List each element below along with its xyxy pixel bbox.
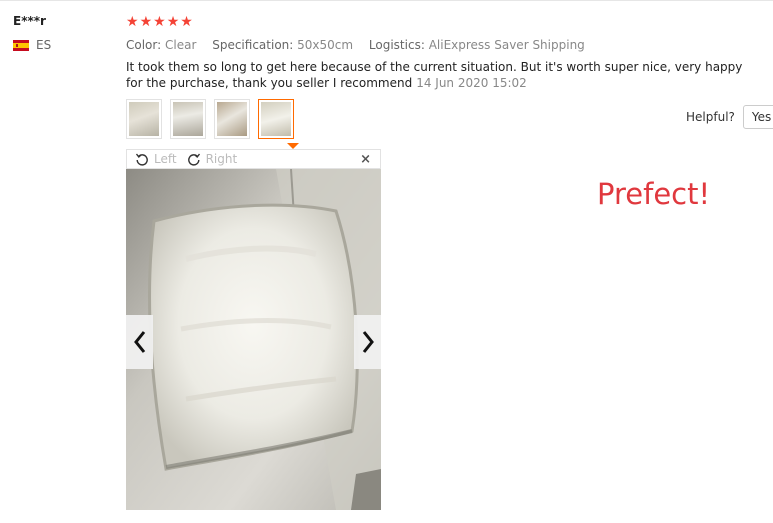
thumbnail-image	[261, 102, 291, 136]
photo-thumbnail-3[interactable]	[214, 99, 250, 139]
property-color: Color: Clear	[126, 38, 197, 52]
order-properties: Color: Clear Specification: 50x50cm Logi…	[126, 38, 597, 52]
property-logistics: Logistics: AliExpress Saver Shipping	[368, 38, 585, 52]
star-icon: ★	[126, 14, 139, 30]
star-icon: ★	[139, 14, 153, 30]
photo-thumbnail-2[interactable]	[170, 99, 206, 139]
thumbnail-image	[129, 102, 159, 136]
photo-thumbnail-1[interactable]	[126, 99, 162, 139]
property-specification: Specification: 50x50cm	[212, 38, 354, 52]
reviewer-country: ES	[13, 38, 51, 52]
rotate-right-label: Right	[205, 152, 238, 166]
rotate-left-button[interactable]: Left	[135, 152, 177, 166]
next-photo-button[interactable]	[354, 315, 381, 369]
viewer-toolbar: Left Right ×	[126, 149, 381, 169]
prefect-annotation: Prefect!	[597, 177, 711, 211]
fur-pillow-photo	[126, 169, 381, 510]
country-code: ES	[36, 38, 52, 52]
star-icon: ★	[166, 14, 180, 30]
rotate-left-icon	[135, 153, 148, 166]
helpful-yes-button[interactable]: Yes (	[742, 105, 773, 129]
review-photo	[126, 169, 381, 510]
close-viewer-button[interactable]: ×	[360, 152, 371, 167]
thumbnail-image	[173, 102, 203, 136]
rotate-right-button[interactable]: Right	[187, 152, 238, 166]
star-icon: ★	[180, 14, 193, 30]
photo-thumbnail-4-active[interactable]	[258, 99, 294, 139]
top-divider	[0, 0, 773, 1]
reviewer-name: E***r	[13, 14, 46, 28]
thumbnail-image	[217, 102, 247, 136]
previous-photo-button[interactable]	[126, 315, 153, 369]
star-icon: ★	[153, 14, 166, 30]
star-rating: ★ ★ ★ ★ ★	[126, 14, 193, 30]
spain-flag-icon	[13, 39, 29, 51]
photo-viewer: Left Right ×	[126, 149, 381, 511]
rotate-left-label: Left	[154, 152, 177, 166]
reviewer-info: E***r ES	[13, 14, 51, 52]
photo-thumbnails	[126, 99, 294, 139]
feedback-text: It took them so long to get here because…	[126, 59, 746, 91]
helpful-vote: Helpful? Yes (	[686, 105, 773, 129]
chevron-left-icon	[133, 331, 145, 353]
rotate-right-icon	[187, 153, 200, 166]
chevron-right-icon	[362, 331, 374, 353]
review-content: ★ ★ ★ ★ ★ Color: Clear Specification: 50…	[126, 14, 585, 52]
helpful-label: Helpful?	[686, 110, 735, 124]
feedback-date: 14 Jun 2020 15:02	[416, 76, 527, 90]
